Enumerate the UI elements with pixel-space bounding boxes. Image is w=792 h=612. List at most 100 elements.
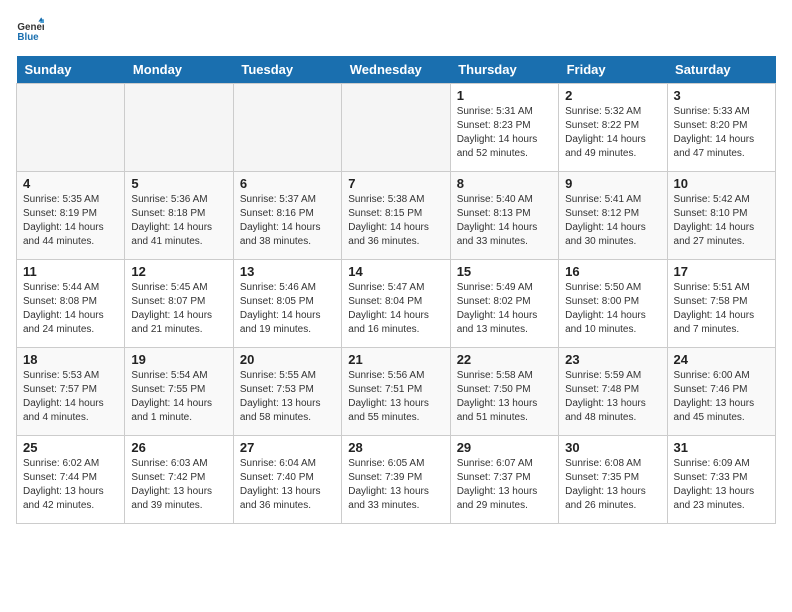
week-row-4: 18 Sunrise: 5:53 AM Sunset: 7:57 PM Dayli… [17,348,776,436]
calendar-table: SundayMondayTuesdayWednesdayThursdayFrid… [16,56,776,524]
day-number-25: 25 [23,440,118,455]
logo: General Blue [16,16,48,44]
day-info-29: Sunrise: 6:07 AM Sunset: 7:37 PM Dayligh… [457,457,552,513]
day-info-26: Sunrise: 6:03 AM Sunset: 7:42 PM Dayligh… [131,457,226,513]
day-number-9: 9 [565,176,660,191]
day-number-30: 30 [565,440,660,455]
day-number-19: 19 [131,352,226,367]
day-number-16: 16 [565,264,660,279]
day-cell-20: 20 Sunrise: 5:55 AM Sunset: 7:53 PM Dayli… [233,348,341,436]
day-number-18: 18 [23,352,118,367]
day-number-2: 2 [565,88,660,103]
weekday-header-tuesday: Tuesday [233,56,341,84]
week-row-3: 11 Sunrise: 5:44 AM Sunset: 8:08 PM Dayli… [17,260,776,348]
day-cell-28: 28Sunrise: 6:05 AM Sunset: 7:39 PM Dayli… [342,436,450,524]
day-cell-18: 18 Sunrise: 5:53 AM Sunset: 7:57 PM Dayli… [17,348,125,436]
day-info-24: Sunrise: 6:00 AM Sunset: 7:46 PM Dayligh… [674,369,769,425]
day-cell-15: 15 Sunrise: 5:49 AM Sunset: 8:02 PM Dayli… [450,260,558,348]
day-info-9: Sunrise: 5:41 AM Sunset: 8:12 PM Dayligh… [565,193,660,249]
day-info-27: Sunrise: 6:04 AM Sunset: 7:40 PM Dayligh… [240,457,335,513]
day-number-29: 29 [457,440,552,455]
day-cell-10: 10Sunrise: 5:42 AM Sunset: 8:10 PM Dayli… [667,172,775,260]
weekday-header-thursday: Thursday [450,56,558,84]
day-number-21: 21 [348,352,443,367]
weekday-header-friday: Friday [559,56,667,84]
day-number-14: 14 [348,264,443,279]
page-header: General Blue [16,16,776,44]
day-number-11: 11 [23,264,118,279]
weekday-header-saturday: Saturday [667,56,775,84]
day-info-11: Sunrise: 5:44 AM Sunset: 8:08 PM Dayligh… [23,281,118,337]
day-number-27: 27 [240,440,335,455]
day-cell-23: 23 Sunrise: 5:59 AM Sunset: 7:48 PM Dayli… [559,348,667,436]
svg-text:Blue: Blue [17,32,39,43]
day-cell-13: 13 Sunrise: 5:46 AM Sunset: 8:05 PM Dayli… [233,260,341,348]
day-cell-7: 7Sunrise: 5:38 AM Sunset: 8:15 PM Daylig… [342,172,450,260]
day-info-31: Sunrise: 6:09 AM Sunset: 7:33 PM Dayligh… [674,457,769,513]
day-cell-8: 8 Sunrise: 5:40 AM Sunset: 8:13 PM Daylig… [450,172,558,260]
day-info-20: Sunrise: 5:55 AM Sunset: 7:53 PM Dayligh… [240,369,335,425]
logo-icon: General Blue [16,16,44,44]
day-number-17: 17 [674,264,769,279]
day-info-22: Sunrise: 5:58 AM Sunset: 7:50 PM Dayligh… [457,369,552,425]
day-number-5: 5 [131,176,226,191]
day-cell-29: 29 Sunrise: 6:07 AM Sunset: 7:37 PM Dayli… [450,436,558,524]
day-info-21: Sunrise: 5:56 AM Sunset: 7:51 PM Dayligh… [348,369,443,425]
day-info-1: Sunrise: 5:31 AM Sunset: 8:23 PM Dayligh… [457,105,552,161]
day-info-23: Sunrise: 5:59 AM Sunset: 7:48 PM Dayligh… [565,369,660,425]
day-cell-4: 4 Sunrise: 5:35 AM Sunset: 8:19 PM Daylig… [17,172,125,260]
day-number-12: 12 [131,264,226,279]
day-info-4: Sunrise: 5:35 AM Sunset: 8:19 PM Dayligh… [23,193,118,249]
day-number-22: 22 [457,352,552,367]
day-info-8: Sunrise: 5:40 AM Sunset: 8:13 PM Dayligh… [457,193,552,249]
day-info-25: Sunrise: 6:02 AM Sunset: 7:44 PM Dayligh… [23,457,118,513]
day-info-18: Sunrise: 5:53 AM Sunset: 7:57 PM Dayligh… [23,369,118,425]
day-number-26: 26 [131,440,226,455]
day-number-4: 4 [23,176,118,191]
day-info-14: Sunrise: 5:47 AM Sunset: 8:04 PM Dayligh… [348,281,443,337]
day-info-12: Sunrise: 5:45 AM Sunset: 8:07 PM Dayligh… [131,281,226,337]
empty-cell [125,84,233,172]
week-row-2: 4 Sunrise: 5:35 AM Sunset: 8:19 PM Daylig… [17,172,776,260]
day-cell-5: 5Sunrise: 5:36 AM Sunset: 8:18 PM Daylig… [125,172,233,260]
day-info-13: Sunrise: 5:46 AM Sunset: 8:05 PM Dayligh… [240,281,335,337]
day-cell-27: 27 Sunrise: 6:04 AM Sunset: 7:40 PM Dayli… [233,436,341,524]
day-info-6: Sunrise: 5:37 AM Sunset: 8:16 PM Dayligh… [240,193,335,249]
day-info-16: Sunrise: 5:50 AM Sunset: 8:00 PM Dayligh… [565,281,660,337]
day-cell-21: 21 Sunrise: 5:56 AM Sunset: 7:51 PM Dayli… [342,348,450,436]
empty-cell [233,84,341,172]
day-cell-26: 26 Sunrise: 6:03 AM Sunset: 7:42 PM Dayli… [125,436,233,524]
day-info-19: Sunrise: 5:54 AM Sunset: 7:55 PM Dayligh… [131,369,226,425]
day-cell-6: 6 Sunrise: 5:37 AM Sunset: 8:16 PM Daylig… [233,172,341,260]
day-cell-1: 1Sunrise: 5:31 AM Sunset: 8:23 PM Daylig… [450,84,558,172]
week-row-1: 1Sunrise: 5:31 AM Sunset: 8:23 PM Daylig… [17,84,776,172]
day-cell-19: 19 Sunrise: 5:54 AM Sunset: 7:55 PM Dayli… [125,348,233,436]
day-cell-2: 2 Sunrise: 5:32 AM Sunset: 8:22 PM Daylig… [559,84,667,172]
weekday-header-sunday: Sunday [17,56,125,84]
day-info-3: Sunrise: 5:33 AM Sunset: 8:20 PM Dayligh… [674,105,769,161]
empty-cell [342,84,450,172]
day-info-30: Sunrise: 6:08 AM Sunset: 7:35 PM Dayligh… [565,457,660,513]
day-number-20: 20 [240,352,335,367]
day-info-2: Sunrise: 5:32 AM Sunset: 8:22 PM Dayligh… [565,105,660,161]
day-number-3: 3 [674,88,769,103]
day-info-15: Sunrise: 5:49 AM Sunset: 8:02 PM Dayligh… [457,281,552,337]
weekday-header-wednesday: Wednesday [342,56,450,84]
day-number-23: 23 [565,352,660,367]
day-number-8: 8 [457,176,552,191]
day-number-28: 28 [348,440,443,455]
day-cell-16: 16 Sunrise: 5:50 AM Sunset: 8:00 PM Dayli… [559,260,667,348]
day-number-13: 13 [240,264,335,279]
day-cell-12: 12 Sunrise: 5:45 AM Sunset: 8:07 PM Dayli… [125,260,233,348]
day-number-24: 24 [674,352,769,367]
day-number-31: 31 [674,440,769,455]
weekday-header-row: SundayMondayTuesdayWednesdayThursdayFrid… [17,56,776,84]
empty-cell [17,84,125,172]
day-cell-31: 31 Sunrise: 6:09 AM Sunset: 7:33 PM Dayli… [667,436,775,524]
day-number-7: 7 [348,176,443,191]
day-cell-3: 3 Sunrise: 5:33 AM Sunset: 8:20 PM Daylig… [667,84,775,172]
day-cell-24: 24 Sunrise: 6:00 AM Sunset: 7:46 PM Dayli… [667,348,775,436]
day-number-6: 6 [240,176,335,191]
day-cell-14: 14 Sunrise: 5:47 AM Sunset: 8:04 PM Dayli… [342,260,450,348]
day-number-15: 15 [457,264,552,279]
